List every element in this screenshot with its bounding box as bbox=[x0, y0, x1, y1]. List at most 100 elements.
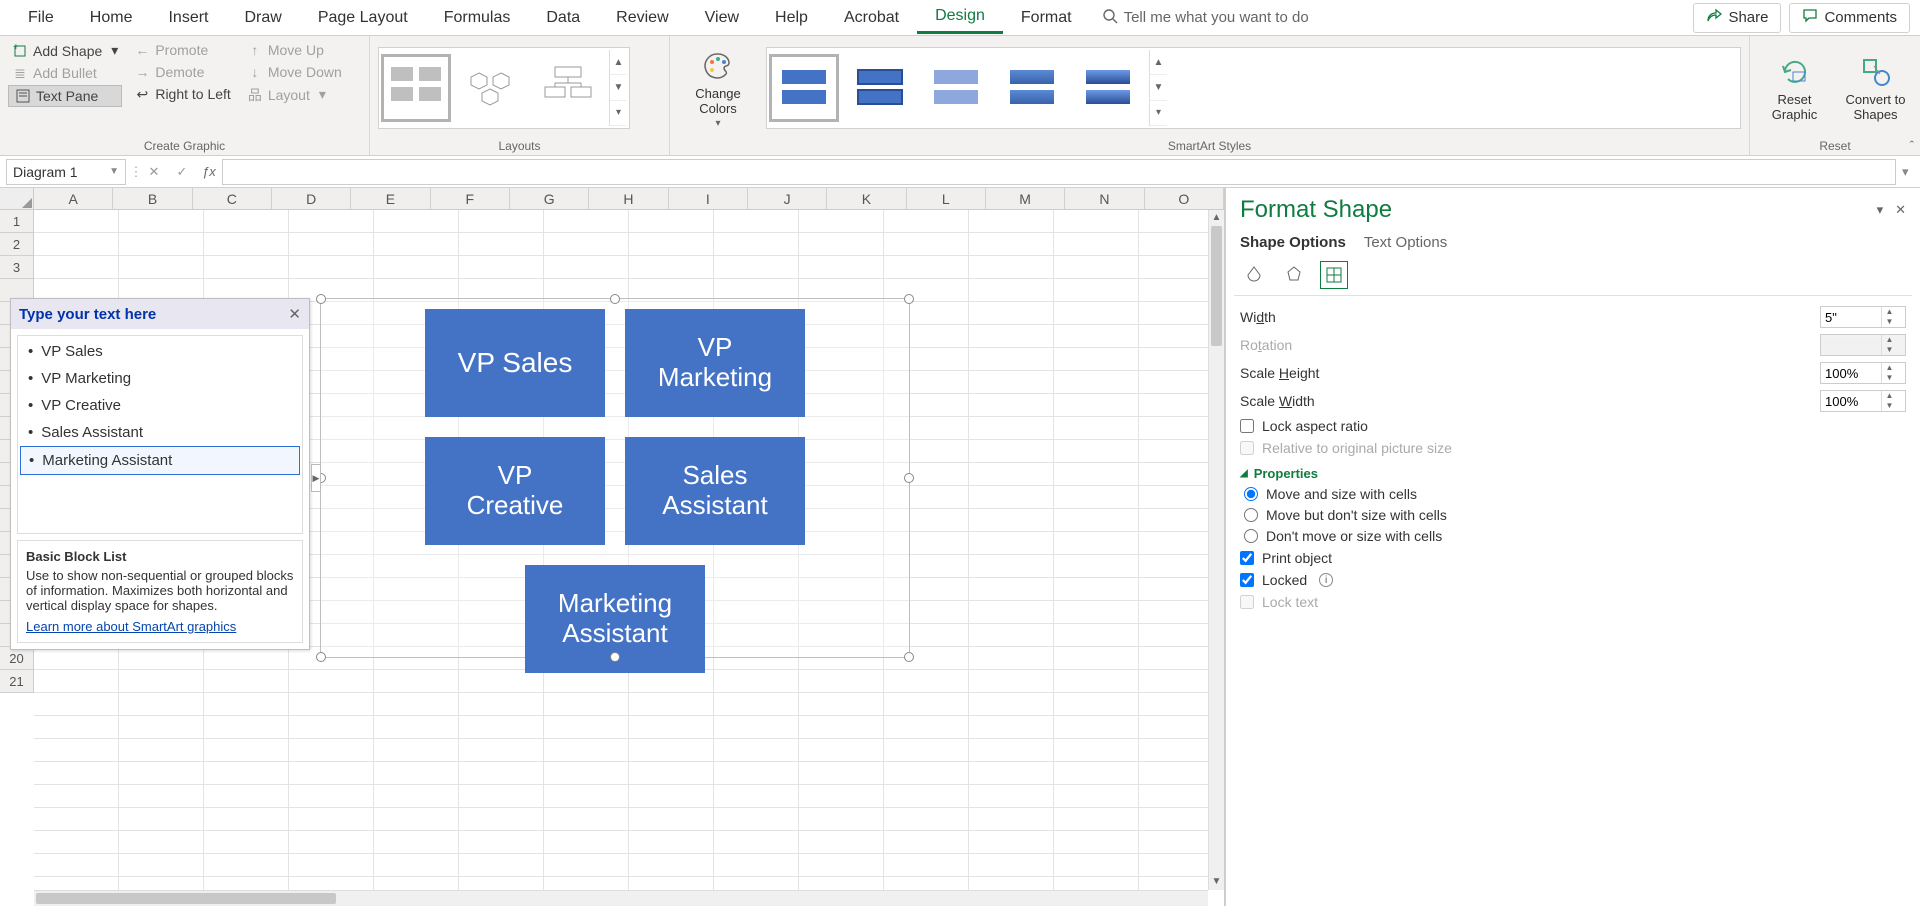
fill-line-icon[interactable] bbox=[1240, 261, 1268, 289]
name-box[interactable]: Diagram 1▼ bbox=[6, 159, 126, 185]
tab-file[interactable]: File bbox=[10, 3, 72, 33]
resize-handle[interactable] bbox=[904, 652, 914, 662]
move-up-button[interactable]: ↑Move Up bbox=[243, 40, 346, 60]
layout-thumb-2[interactable] bbox=[457, 54, 527, 122]
tell-me-search[interactable]: Tell me what you want to do bbox=[1102, 8, 1309, 28]
style-thumb-1[interactable] bbox=[769, 54, 839, 122]
width-input[interactable] bbox=[1821, 310, 1881, 325]
move-not-size-radio[interactable]: Move but don't size with cells bbox=[1244, 507, 1906, 523]
convert-to-shapes-button[interactable]: Convert to Shapes bbox=[1839, 50, 1912, 126]
scale-width-spinner[interactable]: ▲▼ bbox=[1820, 390, 1906, 412]
demote-button[interactable]: →Demote bbox=[130, 62, 235, 82]
scale-width-input[interactable] bbox=[1821, 394, 1881, 409]
width-spinner[interactable]: ▲▼ bbox=[1820, 306, 1906, 328]
scroll-down-icon[interactable]: ▼ bbox=[1209, 874, 1224, 890]
col-C[interactable]: C bbox=[193, 188, 272, 209]
col-E[interactable]: E bbox=[351, 188, 430, 209]
tab-draw[interactable]: Draw bbox=[226, 3, 299, 33]
gallery-scroll-2[interactable]: ▲▼▾ bbox=[1149, 50, 1167, 126]
row-header[interactable]: 21 bbox=[0, 670, 34, 693]
col-H[interactable]: H bbox=[589, 188, 668, 209]
dont-move-radio[interactable]: Don't move or size with cells bbox=[1244, 528, 1906, 544]
tab-insert[interactable]: Insert bbox=[150, 3, 226, 33]
style-thumb-5[interactable] bbox=[1073, 54, 1143, 122]
style-thumb-2[interactable] bbox=[845, 54, 915, 122]
vertical-scrollbar[interactable]: ▲▼ bbox=[1208, 210, 1224, 890]
add-shape-button[interactable]: +Add Shape▾ bbox=[8, 40, 122, 61]
col-G[interactable]: G bbox=[510, 188, 589, 209]
share-button[interactable]: Share bbox=[1693, 3, 1781, 33]
move-down-button[interactable]: ↓Move Down bbox=[243, 62, 346, 82]
style-thumb-3[interactable] bbox=[921, 54, 991, 122]
col-B[interactable]: B bbox=[113, 188, 192, 209]
tab-review[interactable]: Review bbox=[598, 3, 686, 33]
tab-formulas[interactable]: Formulas bbox=[426, 3, 529, 33]
text-pane-item[interactable]: •VP Creative bbox=[20, 392, 300, 419]
text-options-tab[interactable]: Text Options bbox=[1364, 234, 1447, 251]
col-K[interactable]: K bbox=[827, 188, 906, 209]
layouts-gallery[interactable]: ▲▼▾ bbox=[378, 47, 630, 129]
tab-design[interactable]: Design bbox=[917, 1, 1003, 34]
reset-graphic-button[interactable]: Reset Graphic bbox=[1758, 50, 1831, 126]
diagram-block[interactable]: VP Creative bbox=[425, 437, 605, 545]
spin-down-icon[interactable]: ▼ bbox=[1882, 317, 1897, 327]
col-M[interactable]: M bbox=[986, 188, 1065, 209]
scroll-up-icon[interactable]: ▲ bbox=[1209, 210, 1224, 226]
resize-handle[interactable] bbox=[904, 294, 914, 304]
text-pane-item[interactable]: •VP Marketing bbox=[20, 365, 300, 392]
row-header[interactable]: 20 bbox=[0, 647, 34, 670]
properties-section[interactable]: Properties bbox=[1240, 466, 1906, 481]
dropdown-caret-icon[interactable]: ▼ bbox=[109, 166, 119, 177]
shape-options-tab[interactable]: Shape Options bbox=[1240, 234, 1346, 251]
pane-options-icon[interactable]: ▾ bbox=[1877, 202, 1884, 218]
text-pane-button[interactable]: Text Pane bbox=[8, 85, 122, 107]
spreadsheet-grid[interactable]: A B C D E F G H I J K L M N O 123192021 … bbox=[0, 188, 1225, 906]
move-and-size-radio[interactable]: Move and size with cells bbox=[1244, 486, 1906, 502]
text-pane-item[interactable]: •VP Sales bbox=[20, 338, 300, 365]
info-icon[interactable]: i bbox=[1319, 573, 1333, 587]
resize-handle[interactable] bbox=[316, 652, 326, 662]
row-header[interactable]: 3 bbox=[0, 256, 34, 279]
tab-help[interactable]: Help bbox=[757, 3, 826, 33]
effects-icon[interactable] bbox=[1280, 261, 1308, 289]
style-thumb-4[interactable] bbox=[997, 54, 1067, 122]
spin-up-icon[interactable]: ▲ bbox=[1882, 363, 1897, 373]
formula-input[interactable] bbox=[222, 159, 1896, 185]
smartart-diagram[interactable]: ▶ VP Sales VP Marketing VP Creative Sale… bbox=[320, 298, 910, 658]
spin-up-icon[interactable]: ▲ bbox=[1882, 391, 1897, 401]
styles-gallery[interactable]: ▲▼▾ bbox=[766, 47, 1741, 129]
select-all-corner[interactable] bbox=[0, 188, 34, 210]
scroll-up-icon[interactable]: ▲ bbox=[610, 50, 627, 75]
fx-icon[interactable]: ƒx bbox=[202, 164, 216, 179]
row-header[interactable]: 2 bbox=[0, 233, 34, 256]
tab-data[interactable]: Data bbox=[528, 3, 598, 33]
enter-formula-button[interactable]: ✓ bbox=[168, 164, 196, 180]
collapse-ribbon-button[interactable]: ˆ bbox=[1910, 138, 1914, 153]
comments-button[interactable]: Comments bbox=[1789, 3, 1910, 33]
resize-handle[interactable] bbox=[610, 294, 620, 304]
scroll-up-icon[interactable]: ▲ bbox=[1150, 50, 1167, 75]
tab-acrobat[interactable]: Acrobat bbox=[826, 3, 917, 33]
col-D[interactable]: D bbox=[272, 188, 351, 209]
scroll-thumb[interactable] bbox=[36, 893, 336, 904]
text-pane-item[interactable]: •Marketing Assistant bbox=[20, 446, 300, 475]
text-pane-item[interactable]: •Sales Assistant bbox=[20, 419, 300, 446]
scroll-down-icon[interactable]: ▼ bbox=[1150, 75, 1167, 100]
layout-button[interactable]: 品Layout▾ bbox=[243, 84, 346, 105]
tab-format[interactable]: Format bbox=[1003, 3, 1090, 33]
col-N[interactable]: N bbox=[1065, 188, 1144, 209]
dropdown-icon[interactable]: ▾ bbox=[1150, 101, 1167, 126]
text-pane-list[interactable]: •VP Sales•VP Marketing•VP Creative•Sales… bbox=[17, 335, 303, 534]
scale-height-spinner[interactable]: ▲▼ bbox=[1820, 362, 1906, 384]
cancel-formula-button[interactable]: ✕ bbox=[140, 164, 168, 180]
spin-up-icon[interactable]: ▲ bbox=[1882, 307, 1897, 317]
close-icon[interactable]: ✕ bbox=[1895, 202, 1906, 218]
scroll-thumb[interactable] bbox=[1211, 226, 1222, 346]
col-J[interactable]: J bbox=[748, 188, 827, 209]
scale-height-input[interactable] bbox=[1821, 366, 1881, 381]
print-object-checkbox[interactable]: Print object bbox=[1240, 550, 1906, 566]
diagram-block[interactable]: VP Sales bbox=[425, 309, 605, 417]
col-F[interactable]: F bbox=[431, 188, 510, 209]
col-I[interactable]: I bbox=[669, 188, 748, 209]
promote-button[interactable]: ←Promote bbox=[130, 40, 235, 60]
